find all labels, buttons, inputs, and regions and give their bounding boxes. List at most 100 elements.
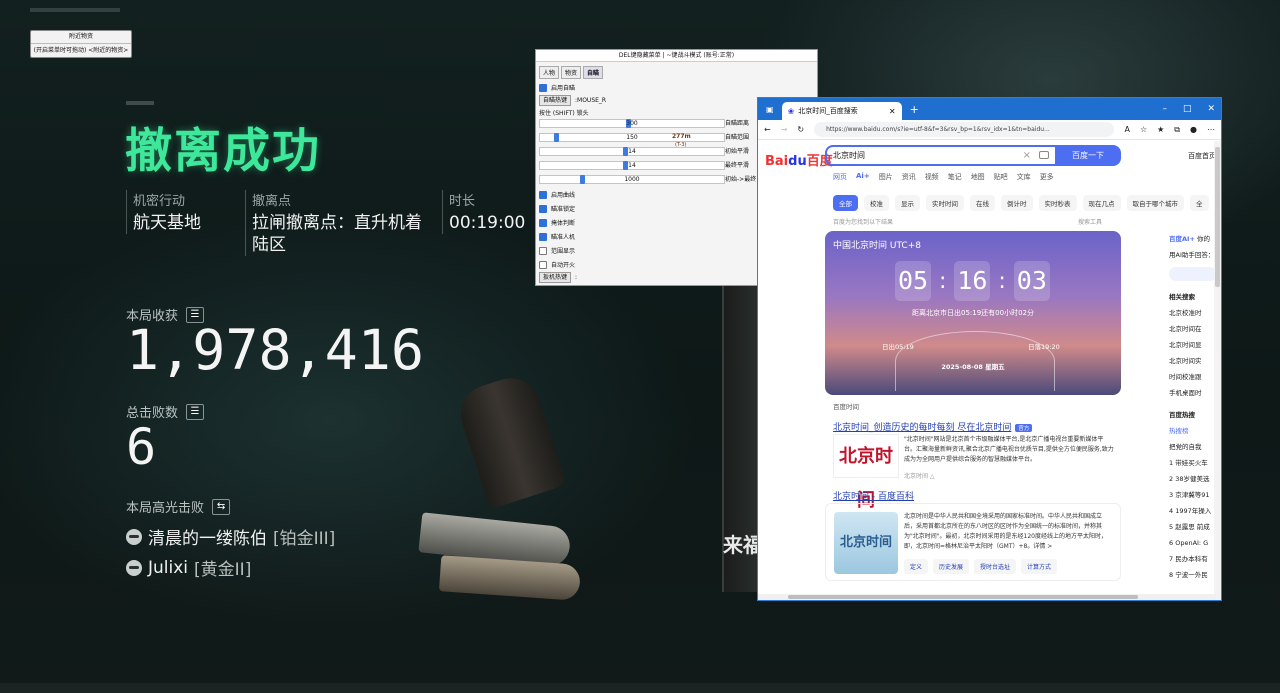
chip[interactable]: 现在几点 [1082,195,1121,211]
horizontal-scrollbar[interactable] [758,594,1216,600]
url-field[interactable]: https://www.baidu.com/s?ie=utf-8&f=3&rsv… [814,122,1115,137]
nav-video[interactable]: 视频 [925,172,939,182]
baike-tag[interactable]: 计算方式 [1021,559,1058,574]
related-item[interactable]: 北京时间在 [1169,321,1217,337]
baike-tag[interactable]: 定义 [904,559,929,574]
chip[interactable]: 显示 [895,195,920,211]
beijing-time-card[interactable]: 中国北京时间 UTC+8 05 : 16 : 03 距离北京市日出05:19还有… [825,231,1121,395]
baidu-home-link[interactable]: 百度首页 [1188,151,1216,161]
hot-item[interactable]: 8 宁波一外民 [1169,567,1217,583]
collections-icon[interactable]: ⧉ [1174,125,1180,135]
search-button[interactable]: 百度一下 [1055,145,1121,166]
curve-checkbox[interactable] [539,190,547,199]
related-item[interactable]: 北京时间显 [1169,337,1217,353]
scroll-thumb[interactable] [788,595,1138,599]
baidu-logo[interactable]: Baidu百度 [765,150,833,169]
new-tab-icon[interactable]: + [910,103,919,116]
nav-web[interactable]: 网页 [833,172,847,182]
hot-item[interactable]: 3 京津冀等91 [1169,487,1217,503]
tab-actions-icon[interactable]: ▣ [766,105,774,114]
chip[interactable]: 实时时间 [926,195,964,211]
side-ai-input[interactable] [1169,267,1217,281]
lock-checkbox[interactable] [539,204,547,213]
close-window-icon[interactable]: ✕ [1207,98,1215,120]
minimize-icon[interactable]: – [1162,98,1167,120]
distance-readout: 277m [672,133,691,140]
nearby-items-menu[interactable]: 附近物资 (开启菜单时可拖动) <附近的物资> [30,30,132,58]
result-title-link[interactable]: 北京时间_创造历史的每时每刻 尽在北京时间 官方 [833,420,1033,433]
hot-tab[interactable]: 热搜榜 [1169,423,1217,439]
nav-map[interactable]: 地图 [971,172,985,182]
tab-aim[interactable]: 自瞄 [583,66,604,79]
close-tab-icon[interactable]: ✕ [889,107,896,116]
nav-news[interactable]: 资讯 [902,172,916,182]
tab-items[interactable]: 物资 [561,66,582,79]
nav-notes[interactable]: 笔记 [948,172,962,182]
hot-item[interactable]: 5 赵露思 前成 [1169,519,1217,535]
aim-slider[interactable]: 300 [539,119,725,128]
nav-tieba[interactable]: 贴吧 [994,172,1008,182]
scroll-thumb[interactable] [1215,147,1220,287]
refresh-icon[interactable]: ↻ [797,125,804,134]
result-thumbnail[interactable]: 北京时间 [833,434,899,511]
nav-images[interactable]: 图片 [879,172,893,182]
maximize-icon[interactable]: □ [1183,98,1192,120]
related-item[interactable]: 北京时间实 [1169,353,1217,369]
browser-window[interactable]: ▣ ❀ 北京时间_百度搜索 ✕ + – □ ✕ ← → ↻ https://ww… [757,97,1222,601]
baike-tag[interactable]: 授时台选址 [974,559,1017,574]
baike-tag[interactable]: 历史发展 [933,559,970,574]
side-ai-title[interactable]: 百度AI+ [1169,235,1195,243]
chip[interactable]: 取自于哪个城市 [1126,195,1184,211]
enable-aim-checkbox[interactable] [539,83,547,92]
hot-item[interactable]: 6 OpenAI: G [1169,535,1217,551]
cover-checkbox[interactable] [539,218,547,227]
aim-slider[interactable]: 150 [539,133,725,142]
hot-item[interactable]: 2 38岁健美选 [1169,471,1217,487]
forward-icon[interactable]: → [781,125,788,134]
tab-character[interactable]: 人物 [539,66,560,79]
clock-minutes: 16 [954,261,991,301]
favorites-icon[interactable]: ★ [1157,125,1164,134]
search-tools[interactable]: 搜索工具 [1078,217,1102,226]
result-source[interactable]: 北京时间 △ [904,471,935,480]
swap-icon[interactable]: ⇆ [212,498,231,515]
nav-ai[interactable]: Ai+ [856,172,870,182]
hot-item[interactable]: 把党的自我 [1169,439,1217,455]
vertical-scrollbar[interactable] [1214,141,1221,600]
aim-slider[interactable]: 14 [539,161,725,170]
baike-thumbnail[interactable]: 北京时间 [834,512,898,574]
bot-checkbox[interactable] [539,232,547,241]
aim-slider[interactable]: 1000 [539,175,725,184]
panel-titlebar[interactable]: DEL键隐藏菜单 | ~键战斗模式 (账号:正常) [536,50,817,62]
favorite-icon[interactable]: ☆ [1140,125,1147,134]
related-item[interactable]: 手机桌面时 [1169,385,1217,401]
hot-item[interactable]: 7 民办本科有 [1169,551,1217,567]
chip[interactable]: 校准 [864,195,889,211]
camera-icon[interactable] [1039,151,1049,159]
related-item[interactable]: 北京校准时 [1169,305,1217,321]
aim-slider[interactable]: 14 [539,147,725,156]
profile-icon[interactable]: ● [1190,125,1197,134]
nav-wenku[interactable]: 文库 [1017,172,1031,182]
hot-item[interactable]: 1 带娃买火车 [1169,455,1217,471]
chip[interactable]: 倒计时 [1001,195,1033,211]
back-icon[interactable]: ← [764,125,771,134]
result-title-link[interactable]: 北京时间 - 百度百科 [833,489,914,502]
range-checkbox[interactable] [539,246,547,255]
aim-key-button[interactable]: 自瞄热键 [539,95,572,106]
read-aloud-icon[interactable]: A [1124,125,1129,134]
chip[interactable]: 全 [1190,195,1209,211]
related-item[interactable]: 时间校准跟 [1169,369,1217,385]
menu-icon[interactable]: ⋯ [1207,125,1215,134]
trigger-key-button[interactable]: 扳机热键 [539,272,572,283]
list-icon[interactable]: ☰ [186,403,205,420]
hot-item[interactable]: 4 1997年操入 [1169,503,1217,519]
chip[interactable]: 实时秒表 [1038,195,1077,211]
search-input[interactable]: 北京时间 × [825,145,1055,166]
autofire-checkbox[interactable] [539,260,547,269]
chip[interactable]: 在线 [970,195,995,211]
chip[interactable]: 全部 [833,195,858,211]
browser-tab[interactable]: ❀ 北京时间_百度搜索 ✕ [781,102,902,120]
nav-more[interactable]: 更多 [1040,172,1054,182]
clear-icon[interactable]: × [1023,147,1031,164]
